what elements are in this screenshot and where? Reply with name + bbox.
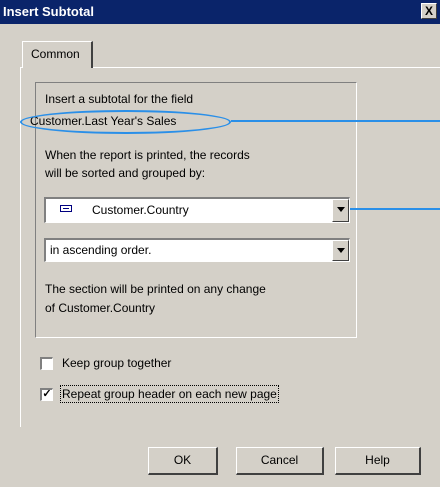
group-by-select[interactable]: Customer.Country	[44, 197, 350, 223]
keep-group-together-label[interactable]: Keep group together	[62, 356, 171, 370]
section-text-line1: The section will be printed on any chang…	[45, 282, 266, 296]
repeat-header-label[interactable]: Repeat group header on each new page	[60, 385, 279, 403]
select-callout-line	[350, 208, 440, 210]
close-button[interactable]: X	[421, 3, 437, 19]
sort-text-line1: When the report is printed, the records	[45, 148, 250, 162]
group-by-value: Customer.Country	[92, 203, 189, 217]
help-button[interactable]: Help	[335, 447, 421, 475]
field-highlight-ellipse	[20, 110, 231, 134]
field-callout-line	[231, 120, 440, 122]
tab-common-label: Common	[31, 47, 80, 61]
title-bar[interactable]: Insert Subtotal X	[0, 0, 440, 24]
sort-text-line2: will be sorted and grouped by:	[45, 166, 206, 180]
section-text-line2: of Customer.Country	[45, 301, 156, 315]
tab-common[interactable]: Common	[22, 41, 93, 68]
keep-group-together-checkbox[interactable]	[40, 357, 53, 370]
close-icon: X	[424, 4, 433, 18]
order-select[interactable]: in ascending order.	[44, 238, 350, 262]
group-by-dropdown-button[interactable]	[332, 199, 349, 222]
field-icon	[60, 205, 72, 212]
checkmark-icon: ✓	[42, 388, 52, 400]
ok-button[interactable]: OK	[148, 447, 218, 475]
repeat-header-checkbox[interactable]: ✓	[40, 388, 53, 401]
insert-subtotal-dialog: Insert Subtotal X Common Insert a subtot…	[0, 0, 440, 487]
order-dropdown-button[interactable]	[332, 240, 349, 261]
order-value: in ascending order.	[50, 243, 152, 257]
cancel-button[interactable]: Cancel	[236, 447, 324, 475]
window-title: Insert Subtotal	[3, 4, 95, 19]
intro-text: Insert a subtotal for the field	[45, 92, 194, 106]
